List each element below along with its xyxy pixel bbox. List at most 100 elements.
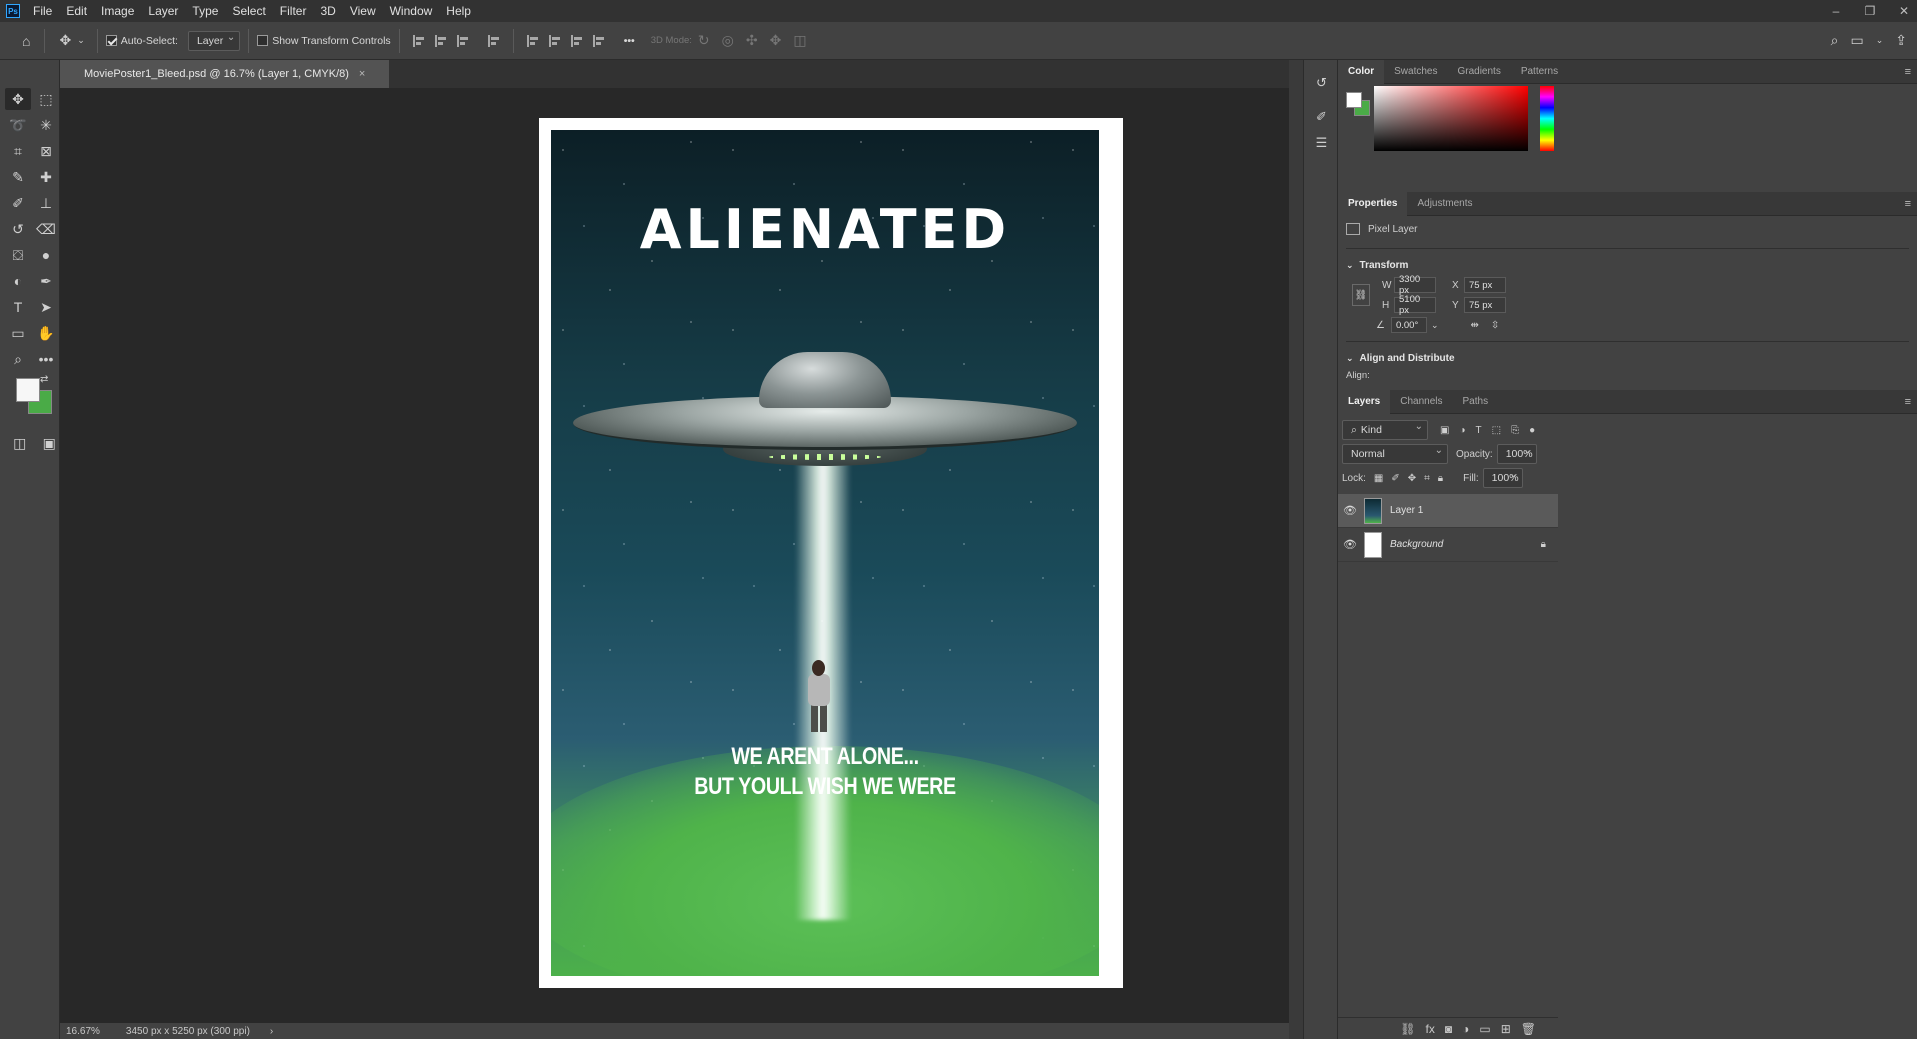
- crop-icon[interactable]: ⌗: [5, 140, 31, 162]
- lock-artboard-icon[interactable]: ⌗: [1424, 473, 1430, 484]
- magic-wand-icon[interactable]: ✳: [33, 114, 59, 136]
- quick-mask-icon[interactable]: ◫: [10, 432, 30, 454]
- lock-all-icon[interactable]: 🔒︎: [1438, 473, 1443, 484]
- distribute-vertical-icon[interactable]: [487, 34, 500, 47]
- flip-horizontal-icon[interactable]: ⇹: [1471, 320, 1479, 331]
- workspace-icon[interactable]: ▭: [1844, 32, 1869, 49]
- hue-slider[interactable]: [1540, 86, 1554, 151]
- add-mask-icon[interactable]: ◙: [1445, 1022, 1452, 1036]
- adjustments-sliders-icon[interactable]: ☰: [1304, 130, 1339, 156]
- document-tab[interactable]: MoviePoster1_Bleed.psd @ 16.7% (Layer 1,…: [60, 60, 390, 88]
- history-brush-icon[interactable]: ↺: [5, 218, 31, 240]
- lock-icon[interactable]: 🔒︎: [1541, 539, 1546, 550]
- screen-mode-icon[interactable]: ▣: [40, 432, 60, 454]
- hand-icon[interactable]: ✋: [33, 322, 59, 344]
- flip-vertical-icon[interactable]: ⇳: [1491, 320, 1499, 331]
- lasso-icon[interactable]: ➰: [5, 114, 31, 136]
- lock-image-icon[interactable]: ✐: [1391, 473, 1399, 484]
- status-menu-arrow[interactable]: ›: [270, 1026, 273, 1037]
- align-distribute-heading[interactable]: ⌄ Align and Distribute: [1346, 348, 1909, 368]
- eyedropper-icon[interactable]: ✎: [5, 166, 31, 188]
- panel-menu-icon[interactable]: ≡: [1905, 198, 1911, 210]
- menu-edit[interactable]: Edit: [59, 0, 94, 22]
- menu-image[interactable]: Image: [94, 0, 141, 22]
- align-top-icon[interactable]: [526, 34, 539, 47]
- align-bottom-icon[interactable]: [570, 34, 583, 47]
- menu-select[interactable]: Select: [225, 0, 272, 22]
- move-tool-icon[interactable]: ✥: [5, 88, 31, 110]
- eraser-icon[interactable]: ⌫: [33, 218, 59, 240]
- type-tool-icon[interactable]: T: [5, 296, 31, 318]
- filter-toggle-icon[interactable]: ●: [1529, 425, 1535, 436]
- transform-heading[interactable]: ⌄ Transform: [1346, 255, 1909, 275]
- zoom-level[interactable]: 16.67%: [60, 1026, 126, 1037]
- canvas-area[interactable]: ALIENATED WE ARENT ALONE... BUT YOULL WI…: [60, 88, 1289, 1023]
- dodge-icon[interactable]: ◐: [5, 270, 31, 292]
- y-field[interactable]: 75 px: [1464, 297, 1506, 313]
- fx-icon[interactable]: fx: [1426, 1022, 1435, 1036]
- visibility-eye-icon[interactable]: 👁︎: [1338, 538, 1362, 551]
- width-field[interactable]: 3300 px: [1394, 274, 1436, 296]
- visibility-eye-icon[interactable]: 👁︎: [1338, 504, 1362, 517]
- paint-bucket-icon[interactable]: ⛋: [5, 244, 31, 266]
- align-left-icon[interactable]: [412, 34, 425, 47]
- menu-view[interactable]: View: [343, 0, 383, 22]
- height-field[interactable]: 5100 px: [1394, 294, 1436, 316]
- menu-layer[interactable]: Layer: [141, 0, 185, 22]
- link-dimensions-icon[interactable]: ⛓: [1352, 284, 1370, 306]
- new-layer-icon[interactable]: ⊞: [1501, 1022, 1511, 1036]
- blur-icon[interactable]: ●: [33, 244, 59, 266]
- blend-mode-dropdown[interactable]: Normal: [1342, 444, 1448, 464]
- brush-icon[interactable]: ✐: [5, 192, 31, 214]
- filter-shape-icon[interactable]: ⬚: [1492, 425, 1501, 436]
- share-icon[interactable]: ⇪: [1889, 32, 1913, 49]
- filter-smart-object-icon[interactable]: ⎘: [1511, 425, 1519, 436]
- layer-row[interactable]: 👁︎ Layer 1: [1338, 494, 1558, 528]
- layer-filter-dropdown[interactable]: ⌕ Kind: [1342, 420, 1428, 440]
- history-icon[interactable]: ↺: [1304, 70, 1339, 96]
- menu-3d[interactable]: 3D: [313, 0, 342, 22]
- layer-name[interactable]: Layer 1: [1390, 505, 1423, 516]
- distribute-horizontal-icon[interactable]: [592, 34, 605, 47]
- tab-paths[interactable]: Paths: [1453, 390, 1499, 414]
- fill-field[interactable]: 100%: [1482, 468, 1523, 488]
- menu-file[interactable]: File: [26, 0, 59, 22]
- dock-collapse-strip[interactable]: [1289, 60, 1303, 1039]
- menu-filter[interactable]: Filter: [273, 0, 314, 22]
- panel-menu-icon[interactable]: ≡: [1905, 66, 1911, 78]
- link-layers-icon[interactable]: ⛓: [1400, 1022, 1415, 1036]
- align-right-icon[interactable]: [456, 34, 469, 47]
- angle-field[interactable]: 0.00°: [1390, 317, 1427, 333]
- zoom-icon[interactable]: ⌕: [5, 348, 31, 370]
- color-panel-foreground-swatch[interactable]: [1346, 92, 1362, 108]
- healing-brush-icon[interactable]: ✚: [33, 166, 59, 188]
- new-group-icon[interactable]: ▭: [1479, 1022, 1490, 1036]
- layer-name[interactable]: Background: [1390, 539, 1443, 550]
- move-tool-preset-icon[interactable]: ✥: [53, 32, 77, 49]
- tab-properties[interactable]: Properties: [1338, 191, 1408, 216]
- auto-select-checkbox[interactable]: [105, 35, 117, 46]
- menu-type[interactable]: Type: [185, 0, 225, 22]
- foreground-color-swatch[interactable]: [16, 378, 40, 402]
- chevron-down-icon[interactable]: ⌄: [1431, 320, 1439, 331]
- panel-menu-icon[interactable]: ≡: [1905, 396, 1911, 408]
- tab-gradients[interactable]: Gradients: [1447, 60, 1510, 84]
- tab-swatches[interactable]: Swatches: [1384, 60, 1447, 84]
- tab-color[interactable]: Color: [1338, 59, 1385, 84]
- align-vertical-center-icon[interactable]: [548, 34, 561, 47]
- more-tools-icon[interactable]: •••: [33, 348, 59, 370]
- filter-pixel-icon[interactable]: ▣: [1440, 425, 1449, 436]
- tab-patterns[interactable]: Patterns: [1511, 60, 1568, 84]
- lock-position-icon[interactable]: ✥: [1408, 473, 1416, 484]
- rectangular-marquee-icon[interactable]: ⬚: [33, 88, 59, 110]
- show-transform-controls-checkbox[interactable]: [257, 35, 269, 46]
- restore-button[interactable]: ❐: [1863, 4, 1877, 18]
- tab-layers[interactable]: Layers: [1338, 389, 1391, 414]
- align-horizontal-center-icon[interactable]: [434, 34, 447, 47]
- filter-adjustment-icon[interactable]: ◑: [1459, 425, 1465, 436]
- close-button[interactable]: ✕: [1897, 4, 1911, 18]
- chevron-down-icon[interactable]: ⌄: [1870, 35, 1890, 46]
- poster-artwork[interactable]: ALIENATED WE ARENT ALONE... BUT YOULL WI…: [551, 130, 1099, 976]
- pen-icon[interactable]: ✒: [33, 270, 59, 292]
- brush-settings-icon[interactable]: ✐: [1304, 104, 1339, 130]
